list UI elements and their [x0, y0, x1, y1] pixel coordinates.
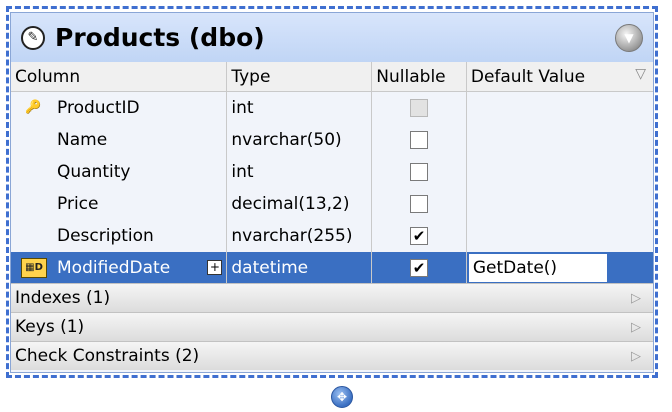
default-value-cell[interactable] [466, 220, 653, 252]
default-value-header-label: Default Value [470, 66, 586, 87]
primary-key-icon: 🔑 [25, 100, 42, 115]
column-type[interactable]: int [226, 156, 373, 188]
entity-title: Products (dbo) [55, 23, 265, 52]
nullable-checkbox [410, 99, 429, 117]
column-header[interactable]: Column [11, 62, 228, 92]
section-label: Check Constraints (2) [15, 346, 200, 366]
column-name[interactable]: Quantity [11, 156, 228, 188]
nullable-checkbox[interactable]: ✔ [410, 259, 429, 277]
type-header[interactable]: Type [226, 62, 373, 92]
column-type[interactable]: nvarchar(50) [226, 124, 373, 156]
column-name: ProductID [57, 98, 140, 118]
default-value-cell[interactable] [466, 91, 653, 124]
default-value-cell[interactable] [466, 188, 653, 220]
pencil-circle-icon: ✎ [21, 25, 45, 50]
nullable-checkbox[interactable] [410, 195, 429, 213]
expand-arrow-icon[interactable]: ▷ [631, 342, 641, 371]
column-type[interactable]: int [226, 91, 373, 124]
date-column-icon: ▦D [21, 258, 47, 278]
column-name[interactable]: Price [11, 188, 228, 220]
nullable-checkbox[interactable]: ✔ [410, 227, 429, 245]
column-type[interactable]: decimal(13,2) [226, 188, 373, 220]
chevron-down-icon: ▼ [624, 31, 634, 45]
column-name: ModifiedDate [57, 258, 171, 278]
nullable-header[interactable]: Nullable [371, 62, 467, 92]
nullable-checkbox[interactable] [410, 131, 429, 149]
move-handle-icon[interactable]: ✥ [331, 386, 353, 408]
column-name[interactable]: Description [11, 220, 228, 252]
collapse-button[interactable]: ▼ [615, 24, 643, 52]
keys-section[interactable]: Keys (1) ▷ [11, 312, 653, 342]
table-row[interactable]: Price decimal(13,2) [11, 188, 653, 220]
table-row[interactable]: Quantity int [11, 156, 653, 188]
default-value-input[interactable]: GetDate() [468, 254, 607, 282]
table-row[interactable]: Description nvarchar(255) ✔ [11, 220, 653, 252]
entity-titlebar[interactable]: ✎ Products (dbo) ▼ [11, 13, 653, 62]
table-row[interactable]: Name nvarchar(50) [11, 124, 653, 156]
table-row[interactable]: 🔑 ProductID int [11, 91, 653, 124]
products-entity-box[interactable]: ✎ Products (dbo) ▼ Column Type Nullable … [10, 12, 654, 373]
expand-icon[interactable]: + [207, 260, 223, 275]
default-value-header[interactable]: Default Value ▽ [466, 62, 653, 92]
columns-header-row: Column Type Nullable Default Value ▽ [11, 62, 653, 92]
default-value-cell[interactable] [466, 124, 653, 156]
expand-arrow-icon[interactable]: ▷ [631, 313, 641, 342]
columns-grid: Column Type Nullable Default Value ▽ 🔑 P… [11, 62, 653, 284]
table-row-selected[interactable]: ▦D ModifiedDate + datetime ✔ GetDate() [11, 252, 653, 284]
nullable-checkbox[interactable] [410, 163, 429, 181]
indexes-section[interactable]: Indexes (1) ▷ [11, 283, 653, 313]
check-constraints-section[interactable]: Check Constraints (2) ▷ [11, 341, 653, 371]
column-name[interactable]: Name [11, 124, 228, 156]
column-type[interactable]: nvarchar(255) [226, 220, 373, 252]
column-type[interactable]: datetime [226, 252, 373, 284]
section-label: Indexes (1) [15, 288, 111, 308]
section-label: Keys (1) [15, 317, 85, 337]
expand-arrow-icon[interactable]: ▷ [631, 284, 641, 313]
filter-triangle-icon[interactable]: ▽ [635, 66, 646, 82]
default-value-cell[interactable] [466, 156, 653, 188]
